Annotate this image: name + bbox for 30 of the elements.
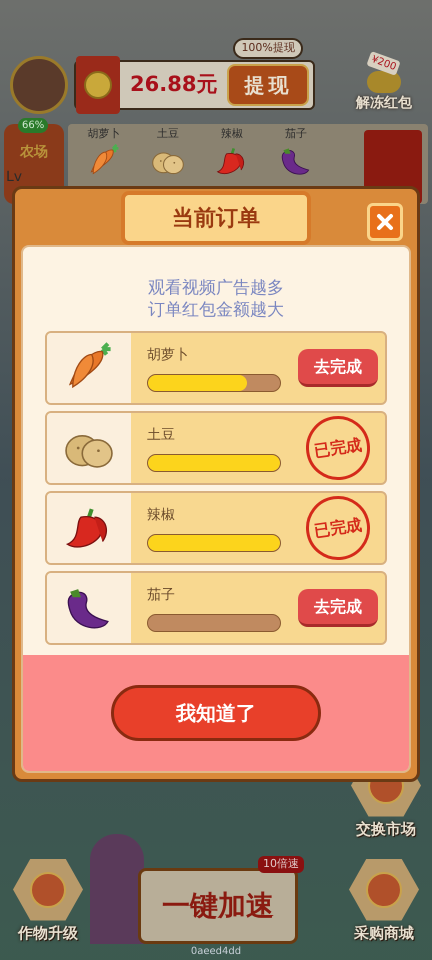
button-label: 作物升级: [18, 922, 78, 944]
order-crop-name: 辣椒: [147, 506, 176, 524]
button-label: 交换市场: [356, 818, 416, 840]
coin-envelope-icon: [76, 56, 120, 114]
order-crop-name: 胡萝卜: [147, 346, 190, 364]
crop-name: 胡萝卜: [88, 126, 120, 142]
go-complete-button[interactable]: 去完成: [298, 589, 378, 627]
speed-badge: 10倍速: [258, 856, 304, 872]
boost-button[interactable]: 一键加速: [138, 868, 298, 944]
order-crop-name: 茄子: [147, 586, 176, 604]
farm-progress-badge: 66%: [18, 118, 48, 133]
balance-amount: 26.88元: [129, 71, 218, 98]
button-label: 解冻红包: [356, 94, 412, 113]
close-button[interactable]: [367, 203, 403, 241]
crop-name: 茄子: [285, 126, 307, 142]
dialog-title: 当前订单: [121, 191, 311, 245]
crop-name: 土豆: [157, 126, 179, 142]
farm-level: Lv: [5, 168, 22, 187]
crop-name: 辣椒: [221, 126, 243, 142]
voucher-amount: ¥200: [366, 51, 402, 76]
farm-title: 农场: [20, 143, 48, 162]
withdraw-badge: 100%提现: [233, 38, 303, 58]
hint-text: 订单红包金额越大: [148, 299, 284, 321]
order-crop-name: 土豆: [147, 426, 176, 444]
acknowledge-button[interactable]: 我知道了: [111, 685, 321, 741]
user-id: 0aeed4dd: [190, 946, 242, 958]
withdraw-button[interactable]: 提现: [227, 64, 310, 106]
button-label: 采购商城: [354, 922, 414, 944]
hint-text: 观看视频广告越多: [148, 277, 284, 299]
go-complete-button[interactable]: 去完成: [298, 349, 378, 387]
